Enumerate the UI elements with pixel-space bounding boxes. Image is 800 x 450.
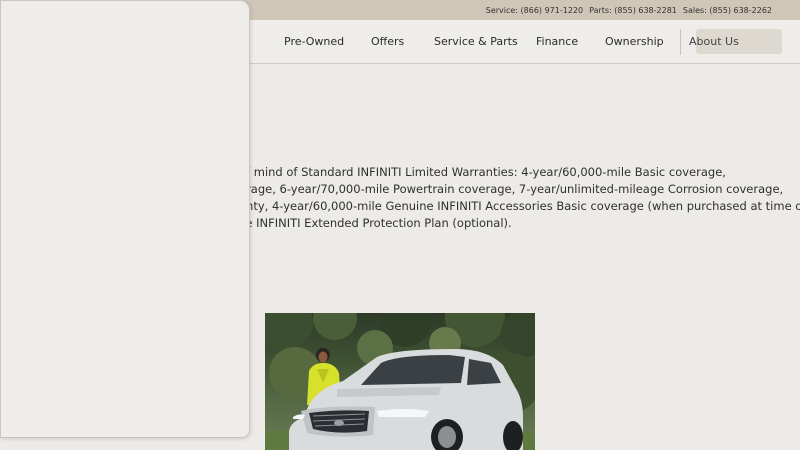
- nav-item-pre-owned[interactable]: Pre-Owned: [284, 20, 344, 64]
- warranty-paragraph: of mind of Standard INFINITI Limited War…: [239, 164, 800, 232]
- nav-item-ownership[interactable]: Ownership: [605, 20, 664, 64]
- nav-item-finance[interactable]: Finance: [536, 20, 578, 64]
- service-phone-link[interactable]: Service: (866) 971-1220: [486, 6, 583, 15]
- side-drawer-panel[interactable]: [0, 0, 250, 438]
- warranty-line: anty, 4-year/60,000-mile Genuine INFINIT…: [239, 199, 800, 213]
- warranty-line: of mind of Standard INFINITI Limited War…: [239, 165, 726, 179]
- warranty-line: ile INFINITI Extended Protection Plan (o…: [239, 216, 512, 230]
- warranty-line: erage, 6-year/70,000-mile Powertrain cov…: [239, 182, 784, 196]
- nav-item-service-parts[interactable]: Service & Parts: [434, 20, 518, 64]
- nav-divider: [680, 29, 681, 55]
- vehicle-hero-image: [265, 313, 535, 450]
- parts-phone-link[interactable]: Parts: (855) 638-2281: [589, 6, 677, 15]
- sales-phone-link[interactable]: Sales: (855) 638-2262: [683, 6, 772, 15]
- nav-item-about-us[interactable]: About Us: [689, 20, 739, 64]
- nav-item-offers[interactable]: Offers: [371, 20, 404, 64]
- suv-photo-illustration: [265, 313, 535, 450]
